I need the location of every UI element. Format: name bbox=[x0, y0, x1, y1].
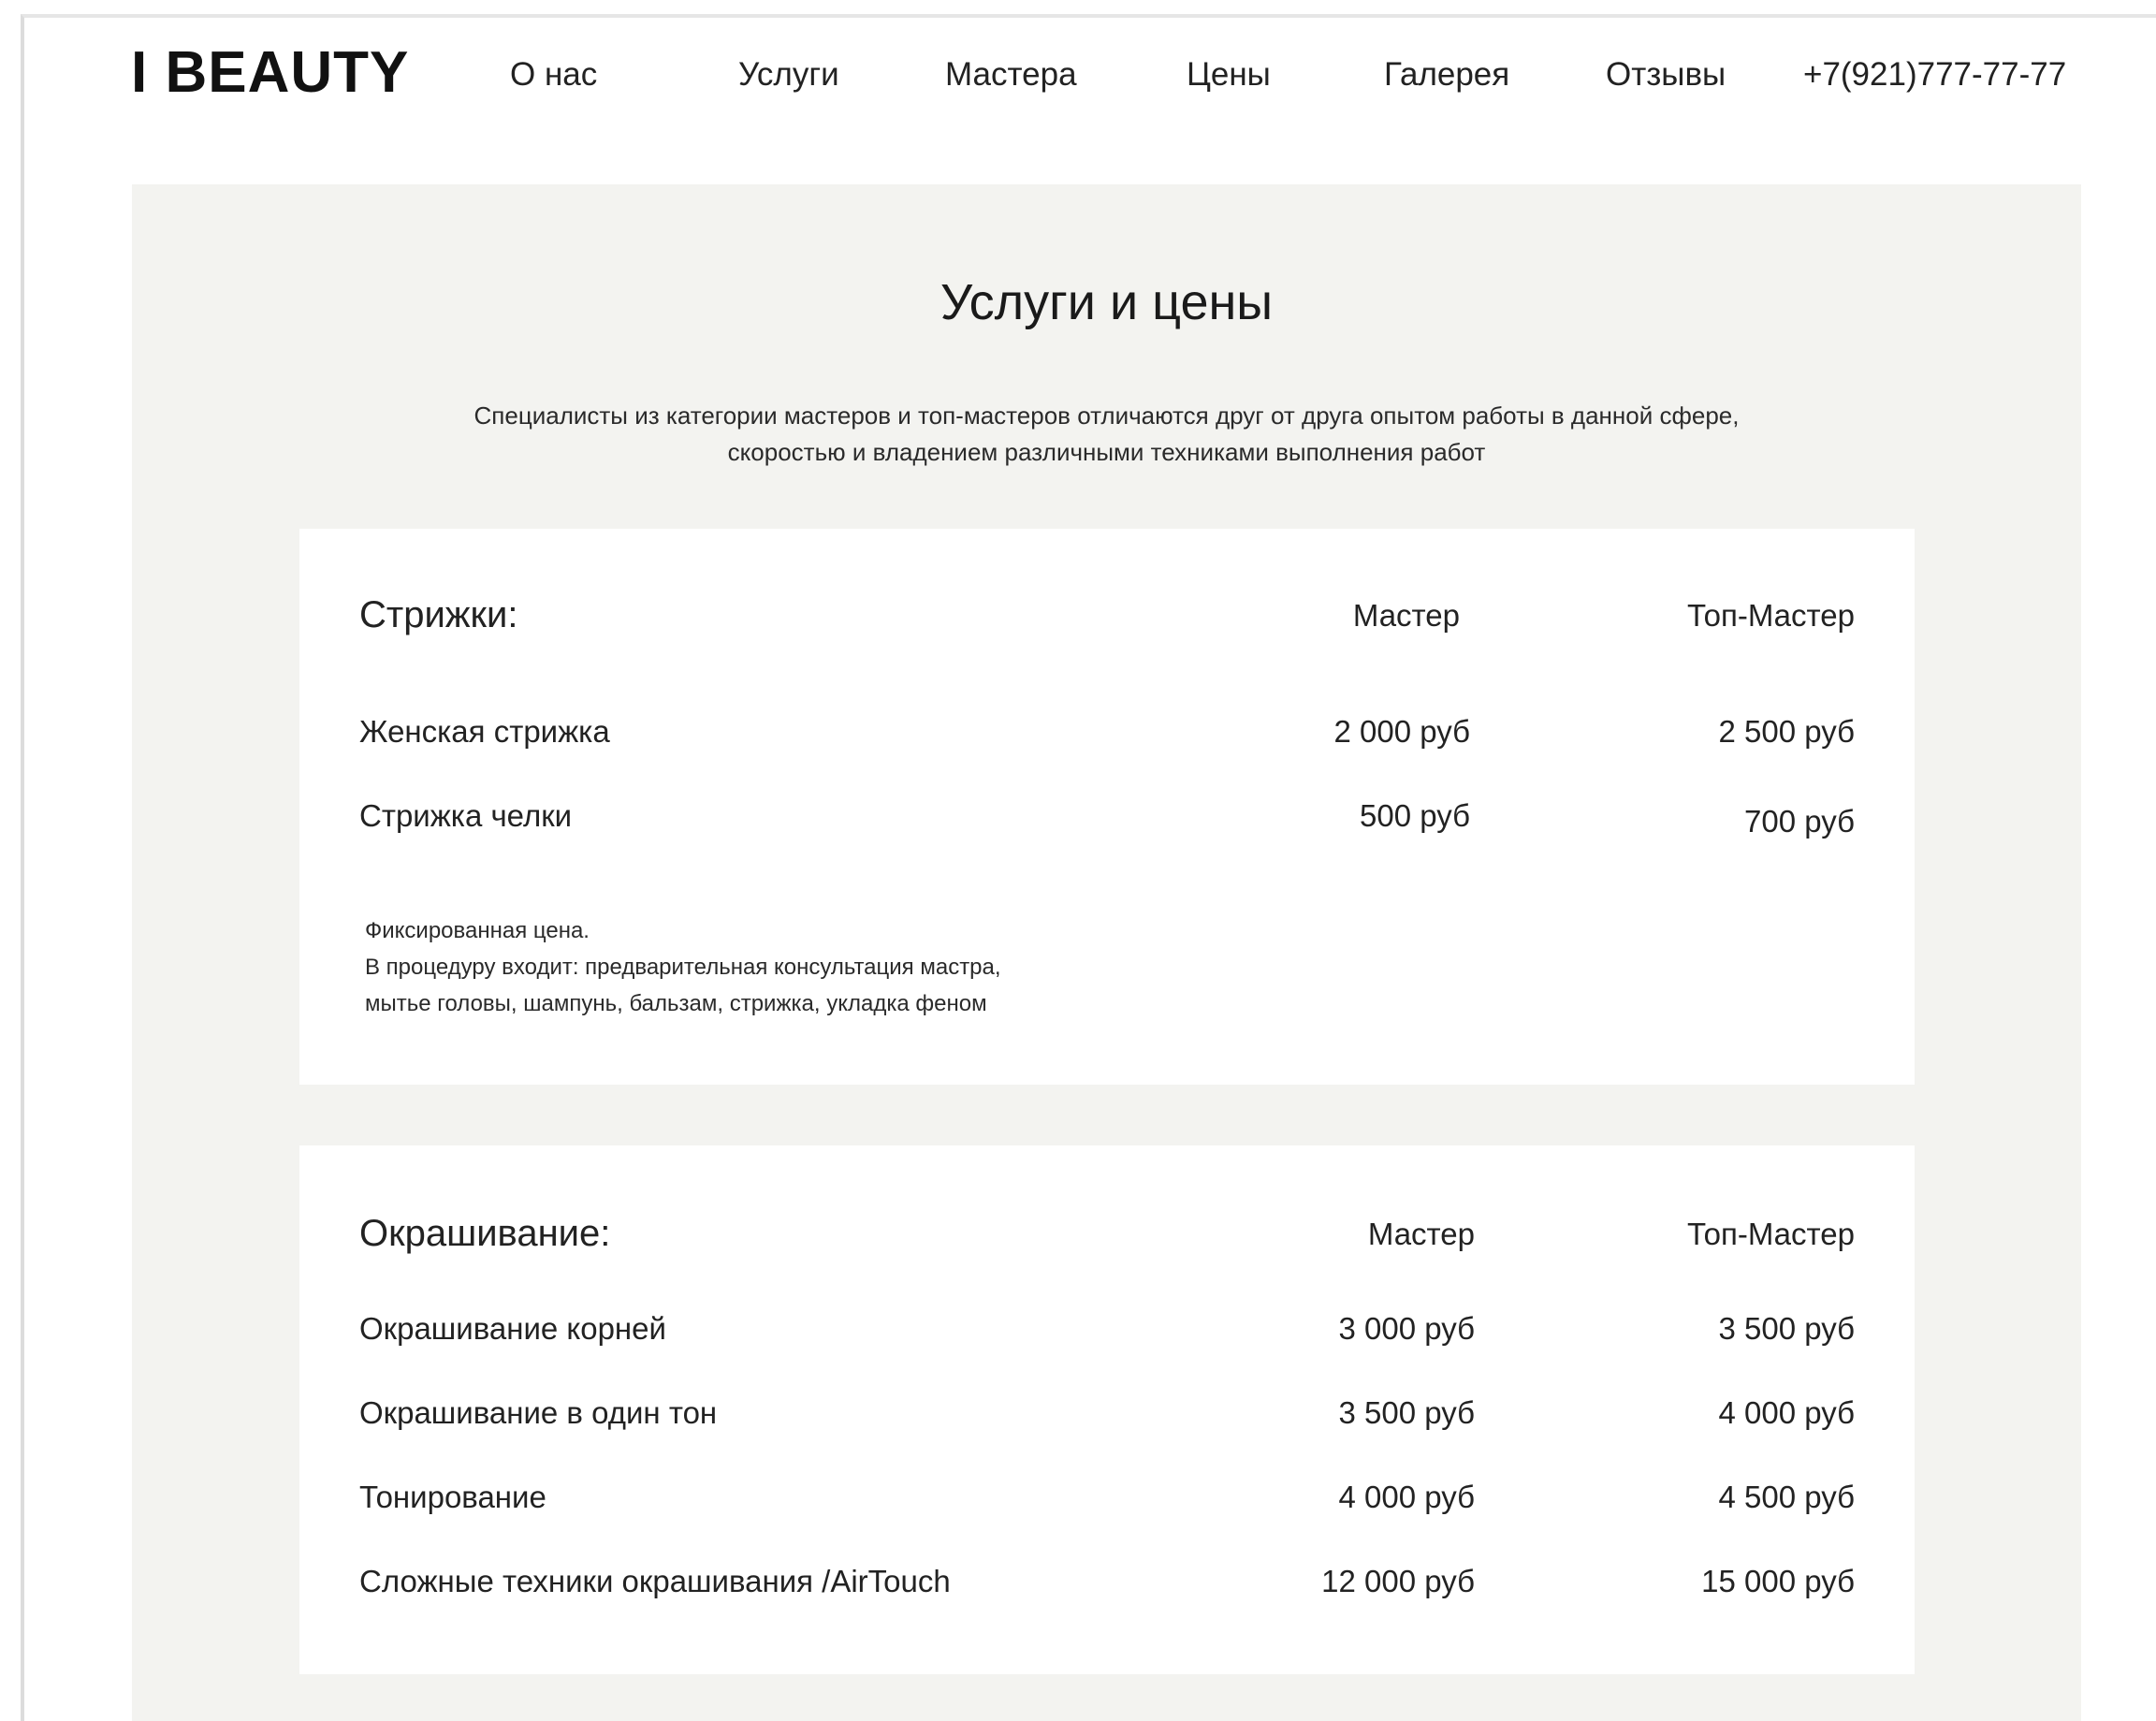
nav-link-about[interactable]: О нас bbox=[510, 56, 597, 94]
service-name: Окрашивание корней bbox=[359, 1311, 666, 1346]
note-line: Фиксированная цена. bbox=[365, 918, 590, 943]
nav-link-reviews[interactable]: Отзывы bbox=[1606, 56, 1726, 94]
price-card-coloring: Окрашивание: Мастер Топ-Мастер Окрашиван… bbox=[299, 1145, 1915, 1674]
price-top-master: 700 руб bbox=[1744, 804, 1855, 839]
note-line: мытье головы, шампунь, бальзам, стрижка,… bbox=[365, 991, 987, 1016]
prices-section: Услуги и цены Специалисты из категории м… bbox=[132, 184, 2081, 1721]
nav-link-services[interactable]: Услуги bbox=[738, 56, 839, 94]
price-master: 2 000 руб bbox=[1333, 714, 1470, 749]
site-header: I BEAUTY О нас Услуги Мастера Цены Галер… bbox=[0, 0, 2156, 159]
price-top-master: 2 500 руб bbox=[1718, 714, 1855, 749]
price-master: 3 500 руб bbox=[1338, 1395, 1475, 1430]
column-header-master: Мастер bbox=[1352, 598, 1460, 633]
column-header-top-master: Топ-Мастер bbox=[1687, 1217, 1855, 1251]
price-card-haircuts: Стрижки: Мастер Топ-Мастер Женская стриж… bbox=[299, 529, 1915, 1085]
price-master: 500 руб bbox=[1360, 798, 1470, 833]
category-title: Окрашивание: bbox=[359, 1213, 611, 1254]
category-title: Стрижки: bbox=[359, 594, 518, 635]
price-top-master: 4 000 руб bbox=[1718, 1395, 1855, 1430]
price-master: 12 000 руб bbox=[1321, 1564, 1475, 1598]
price-top-master: 4 500 руб bbox=[1718, 1480, 1855, 1514]
nav-link-prices[interactable]: Цены bbox=[1187, 56, 1271, 94]
note-line: В процедуру входит: предварительная конс… bbox=[365, 955, 1001, 980]
section-title: Услуги и цены bbox=[940, 274, 1274, 330]
logo[interactable]: I BEAUTY bbox=[131, 39, 409, 106]
nav-link-masters[interactable]: Мастера bbox=[945, 56, 1077, 94]
price-top-master: 3 500 руб bbox=[1718, 1311, 1855, 1346]
price-master: 4 000 руб bbox=[1338, 1480, 1475, 1514]
service-name: Тонирование bbox=[359, 1480, 546, 1514]
section-subtitle: Специалисты из категории мастеров и топ-… bbox=[132, 398, 2081, 471]
price-master: 3 000 руб bbox=[1338, 1311, 1475, 1346]
column-header-master: Мастер bbox=[1367, 1217, 1475, 1251]
service-name: Стрижка челки bbox=[359, 798, 573, 833]
service-name: Сложные техники окрашивания /AirTouch bbox=[359, 1564, 951, 1598]
nav-link-gallery[interactable]: Галерея bbox=[1384, 56, 1509, 94]
subtitle-line: Специалисты из категории мастеров и топ-… bbox=[473, 401, 1740, 430]
subtitle-line: скоростью и владением различными техника… bbox=[727, 438, 1486, 466]
service-name: Женская стрижка bbox=[359, 714, 610, 749]
column-header-top-master: Топ-Мастер bbox=[1687, 598, 1855, 633]
service-name: Окрашивание в один тон bbox=[359, 1395, 718, 1430]
price-top-master: 15 000 руб bbox=[1701, 1564, 1855, 1598]
service-note: Фиксированная цена. В процедуру входит: … bbox=[365, 912, 1001, 1022]
phone-number[interactable]: +7(921)777-77-77 bbox=[1803, 56, 2066, 94]
